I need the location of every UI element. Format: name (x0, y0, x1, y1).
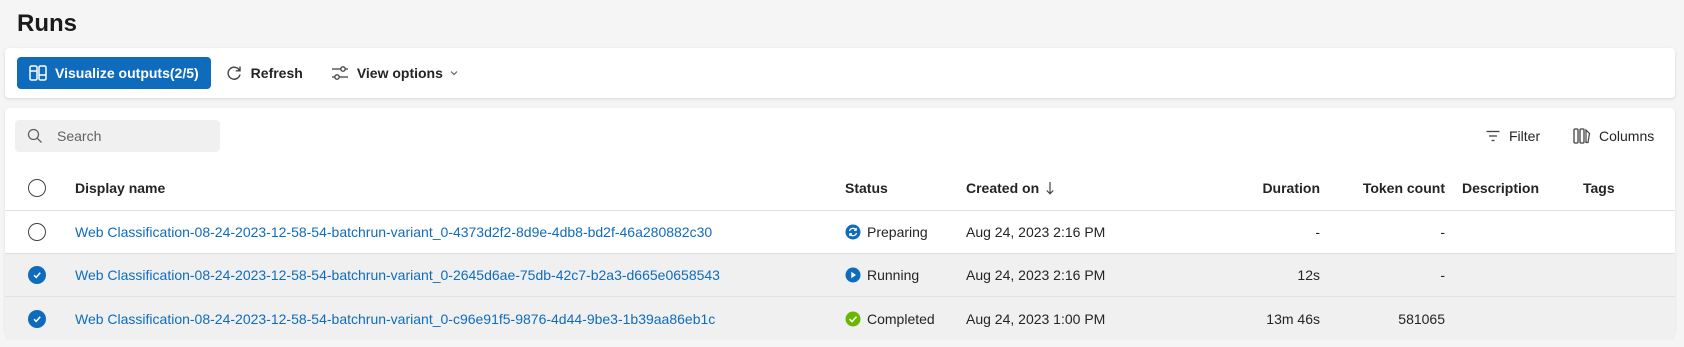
header-duration[interactable]: Duration (1235, 165, 1320, 210)
arrow-down-icon (1045, 181, 1055, 195)
search-box[interactable] (15, 120, 220, 152)
header-description[interactable]: Description (1462, 165, 1539, 210)
filter-icon (1485, 128, 1501, 144)
visualize-outputs-button[interactable]: Visualize outputs(2/5) (17, 57, 211, 89)
chevron-down-icon (449, 68, 459, 78)
run-name-link[interactable]: Web Classification-08-24-2023-12-58-54-b… (75, 211, 712, 253)
refresh-icon (225, 64, 243, 82)
filter-label: Filter (1509, 128, 1541, 144)
view-options-button[interactable]: View options (321, 57, 469, 89)
header-created-label: Created on (966, 179, 1040, 196)
refresh-button[interactable]: Refresh (215, 57, 313, 89)
status-cell: Preparing (845, 211, 928, 253)
status-label: Running (867, 267, 920, 283)
header-display-name[interactable]: Display name (75, 165, 165, 210)
columns-button[interactable]: Columns (1573, 122, 1654, 150)
checkmark-icon (33, 315, 41, 322)
created-on-cell: Aug 24, 2023 2:16 PM (966, 267, 1106, 283)
table-row[interactable]: Web Classification-08-24-2023-12-58-54-b… (5, 297, 1675, 340)
select-all-checkbox[interactable] (28, 178, 46, 197)
header-token-count[interactable]: Token count (1355, 165, 1445, 210)
duration-cell: 13m 46s (1266, 310, 1320, 327)
table-header-row: Display name Status Created on Duration … (5, 165, 1675, 211)
header-tags[interactable]: Tags (1583, 165, 1615, 210)
status-label: Completed (867, 310, 935, 327)
status-cell: Completed (845, 297, 935, 340)
play-icon (845, 267, 861, 283)
row-checkbox[interactable] (28, 223, 46, 241)
runs-panel: Filter Columns Display name Status Creat… (5, 108, 1675, 340)
duration-cell: - (1315, 224, 1320, 240)
options-icon (331, 64, 349, 82)
table-row[interactable]: Web Classification-08-24-2023-12-58-54-b… (5, 211, 1675, 254)
token-count-cell: - (1440, 267, 1445, 283)
columns-icon (1573, 127, 1591, 145)
search-input[interactable] (55, 127, 205, 145)
refresh-label: Refresh (250, 65, 303, 81)
header-created-on[interactable]: Created on (966, 165, 1055, 210)
created-on-cell: Aug 24, 2023 1:00 PM (966, 310, 1106, 327)
search-icon (27, 128, 43, 144)
view-options-label: View options (356, 65, 443, 81)
compare-icon (29, 65, 47, 81)
filter-button[interactable]: Filter (1485, 122, 1540, 150)
row-checkbox-checked[interactable] (28, 309, 46, 328)
row-select-cell (28, 211, 54, 253)
status-label: Preparing (867, 224, 928, 240)
status-cell: Running (845, 254, 919, 296)
visualize-outputs-label: Visualize outputs(2/5) (55, 65, 199, 81)
sync-icon (845, 224, 861, 240)
command-bar: Visualize outputs(2/5) Refresh View opti… (5, 48, 1675, 98)
duration-cell: 12s (1297, 267, 1320, 283)
run-name-link[interactable]: Web Classification-08-24-2023-12-58-54-b… (75, 297, 715, 340)
columns-label: Columns (1599, 128, 1655, 144)
created-on-cell: Aug 24, 2023 2:16 PM (966, 224, 1106, 240)
run-name-link[interactable]: Web Classification-08-24-2023-12-58-54-b… (75, 254, 720, 296)
row-select-cell (28, 297, 54, 340)
runs-table: Display name Status Created on Duration … (5, 165, 1675, 340)
table-row[interactable]: Web Classification-08-24-2023-12-58-54-b… (5, 254, 1675, 297)
token-count-cell: 581065 (1398, 310, 1445, 327)
check-circle-icon (845, 311, 861, 327)
token-count-cell: - (1440, 224, 1445, 240)
row-select-cell (28, 254, 54, 296)
checkmark-icon (33, 272, 41, 279)
select-all-cell (28, 165, 54, 210)
header-status[interactable]: Status (845, 165, 888, 210)
page-title: Runs (17, 10, 77, 37)
row-checkbox-checked[interactable] (28, 266, 46, 284)
